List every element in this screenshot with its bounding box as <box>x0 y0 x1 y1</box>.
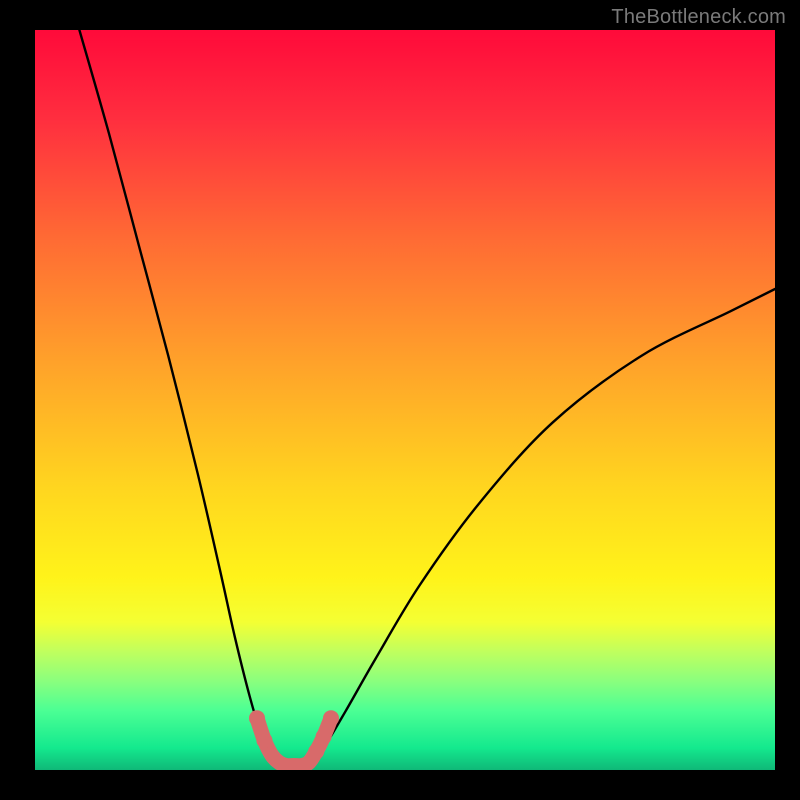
chart-frame: TheBottleneck.com <box>0 0 800 800</box>
valley-dot <box>323 710 339 726</box>
valley-dot <box>316 729 332 745</box>
plot-background <box>35 30 775 770</box>
valley-dot <box>249 710 265 726</box>
valley-dot <box>308 744 324 760</box>
watermark-text: TheBottleneck.com <box>611 6 786 29</box>
bottleneck-chart <box>0 0 800 800</box>
valley-dot <box>256 732 272 748</box>
